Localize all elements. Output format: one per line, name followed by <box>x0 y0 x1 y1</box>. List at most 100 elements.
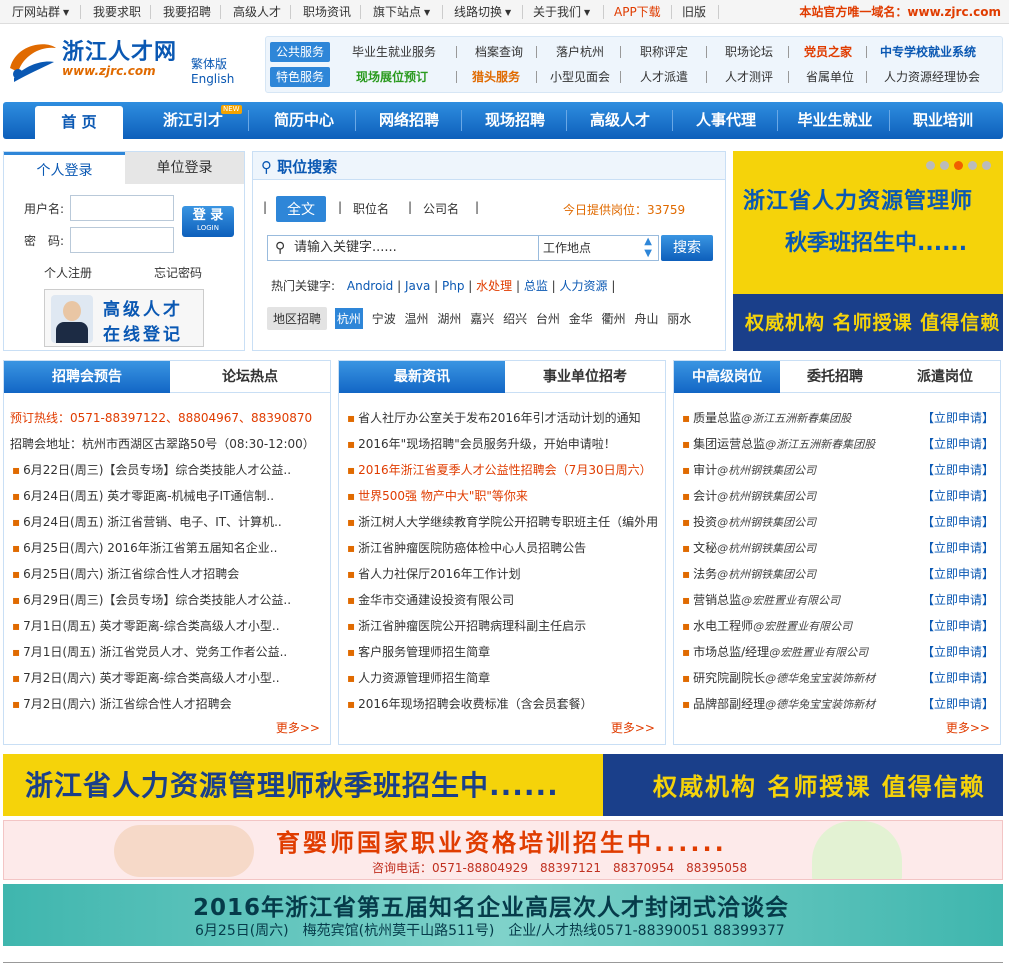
topbar-sub-sites[interactable]: 旗下站点 ▼ <box>373 0 430 24</box>
service-link[interactable]: 职场论坛 <box>725 41 773 63</box>
carousel-dot[interactable] <box>954 161 963 170</box>
service-link[interactable]: 落户杭州 <box>556 41 604 63</box>
job-item[interactable]: ▪ 集团运营总监@浙江五洲新春集团股 【立即申请】 <box>674 431 1000 457</box>
apply-button[interactable]: 【立即申请】 <box>922 665 994 691</box>
nav-senior-talent[interactable]: 高级人才 <box>574 102 666 139</box>
carousel-dot[interactable] <box>926 161 935 170</box>
service-link[interactable]: 人力资源经理协会 <box>884 66 980 88</box>
register-link[interactable]: 个人注册 <box>44 264 92 281</box>
news-item[interactable]: ▪ 人力资源管理师招生简章 <box>339 665 665 691</box>
tab-personal-login[interactable]: 个人登录 <box>4 152 125 184</box>
hot-keyword[interactable]: Php <box>442 279 464 293</box>
nav-home[interactable]: 首 页 <box>35 106 123 141</box>
service-link[interactable]: 党员之家 <box>804 41 852 63</box>
nav-resume-center[interactable]: 简历中心 <box>258 102 350 139</box>
service-link[interactable]: 人才测评 <box>725 66 773 88</box>
job-item[interactable]: ▪ 营销总监@宏胜置业有限公司 【立即申请】 <box>674 587 1000 613</box>
nav-graduate-employment[interactable]: 毕业生就业 <box>785 102 885 139</box>
city-link[interactable]: 杭州 <box>334 308 363 329</box>
city-link[interactable]: 衢州 <box>602 310 626 327</box>
more-link[interactable]: 更多>> <box>611 719 655 736</box>
list-item[interactable]: ▪ 6月24日(周五) 浙江省营销、电子、IT、计算机.. <box>4 509 330 535</box>
job-item[interactable]: ▪ 文秘@杭州钢铁集团公司 【立即申请】 <box>674 535 1000 561</box>
nav-vocational-training[interactable]: 职业培训 <box>897 102 989 139</box>
news-item[interactable]: ▪ 浙江省肿瘤医院公开招聘病理科副主任启示 <box>339 613 665 639</box>
job-item[interactable]: ▪ 投资@杭州钢铁集团公司 【立即申请】 <box>674 509 1000 535</box>
tab-company-login[interactable]: 单位登录 <box>125 152 244 184</box>
search-option-company-name[interactable]: 公司名 <box>423 200 459 217</box>
apply-button[interactable]: 【立即申请】 <box>922 587 994 613</box>
city-link[interactable]: 嘉兴 <box>470 310 494 327</box>
carousel-dot[interactable] <box>940 161 949 170</box>
apply-button[interactable]: 【立即申请】 <box>922 483 994 509</box>
hr-manager-wide-banner[interactable]: 浙江省人力资源管理师秋季班招生中...... 权威机构 名师授课 值得信赖 <box>3 754 1003 816</box>
hot-keyword[interactable]: 总监 <box>524 279 548 293</box>
job-item[interactable]: ▪ 会计@杭州钢铁集团公司 【立即申请】 <box>674 483 1000 509</box>
news-item[interactable]: ▪ 2016年现场招聘会收费标准（含会员套餐） <box>339 691 665 717</box>
more-link[interactable]: 更多>> <box>946 719 990 736</box>
news-item[interactable]: ▪ 省人力社保厅2016年工作计划 <box>339 561 665 587</box>
city-link[interactable]: 台州 <box>536 310 560 327</box>
nav-personnel-agency[interactable]: 人事代理 <box>680 102 772 139</box>
news-item[interactable]: ▪ 2016年"现场招聘"会员服务升级，开始申请啦！ <box>339 431 665 457</box>
apply-button[interactable]: 【立即申请】 <box>922 457 994 483</box>
username-input[interactable] <box>70 195 174 221</box>
news-item[interactable]: ▪ 省人社厅办公室关于发布2016年引才活动计划的通知 <box>339 405 665 431</box>
service-link[interactable]: 中专学校就业系统 <box>880 41 976 63</box>
job-item[interactable]: ▪ 质量总监@浙江五洲新春集团股 【立即申请】 <box>674 405 1000 431</box>
service-link[interactable]: 现场展位预订 <box>356 66 428 88</box>
list-item[interactable]: ▪ 6月24日(周五) 英才零距离-机械电子IT通信制.. <box>4 483 330 509</box>
carousel-dot[interactable] <box>982 161 991 170</box>
tab-dispatch-jobs[interactable]: 派遣岗位 <box>890 361 1000 393</box>
news-item[interactable]: ▪ 金华市交通建设投资有限公司 <box>339 587 665 613</box>
news-item[interactable]: ▪ 2016年浙江省夏季人才公益性招聘会（7月30日周六） <box>339 457 665 483</box>
tab-forum-hot[interactable]: 论坛热点 <box>170 361 330 393</box>
apply-button[interactable]: 【立即申请】 <box>922 691 994 717</box>
nanny-training-banner[interactable]: 育婴师国家职业资格培训招生中...... 咨询电话：0571-88804929 … <box>3 820 1003 880</box>
list-item[interactable]: ▪ 7月2日(周六) 英才零距离-综合类高级人才小型.. <box>4 665 330 691</box>
topbar-about-us[interactable]: 关于我们 ▼ <box>533 0 590 24</box>
job-item[interactable]: ▪ 市场总监/经理@宏胜置业有限公司 【立即申请】 <box>674 639 1000 665</box>
search-option-fulltext[interactable]: 全文 <box>276 196 326 222</box>
senior-talent-register-banner[interactable]: 高级人才 在线登记 <box>44 289 204 347</box>
topbar-line-switch[interactable]: 线路切换 ▼ <box>454 0 511 24</box>
city-link[interactable]: 宁波 <box>372 310 396 327</box>
city-link[interactable]: 金华 <box>569 310 593 327</box>
topbar-recruit[interactable]: 我要招聘 <box>163 0 211 24</box>
hr-manager-ad-banner[interactable]: 浙江省人力资源管理师 秋季班招生中...... 权威机构 名师授课 值得信赖 <box>733 151 1003 351</box>
hot-keyword[interactable]: 水处理 <box>476 279 512 293</box>
talent-meeting-banner[interactable]: 2016年浙江省第五届知名企业高层次人才封闭式洽谈会 6月25日(周六) 梅苑宾… <box>3 884 1003 946</box>
job-item[interactable]: ▪ 法务@杭州钢铁集团公司 【立即申请】 <box>674 561 1000 587</box>
english-link[interactable]: English <box>191 72 234 87</box>
tab-entrusted-recruit[interactable]: 委托招聘 <box>780 361 890 393</box>
job-item[interactable]: ▪ 研究院副院长@德华兔宝宝装饰新材 【立即申请】 <box>674 665 1000 691</box>
topbar-career-news[interactable]: 职场资讯 <box>303 0 351 24</box>
list-item[interactable]: ▪ 6月22日(周三)【会员专场】综合类技能人才公益.. <box>4 457 330 483</box>
job-item[interactable]: ▪ 审计@杭州钢铁集团公司 【立即申请】 <box>674 457 1000 483</box>
service-link[interactable]: 小型见面会 <box>550 66 610 88</box>
news-item[interactable]: ▪ 浙江树人大学继续教育学院公开招聘专职班主任（编外用 <box>339 509 665 535</box>
search-option-job-name[interactable]: 职位名 <box>353 200 389 217</box>
hot-keyword[interactable]: 人力资源 <box>560 279 608 293</box>
topbar-old-version[interactable]: 旧版 <box>682 0 706 24</box>
job-item[interactable]: ▪ 水电工程师@宏胜置业有限公司 【立即申请】 <box>674 613 1000 639</box>
tab-latest-news[interactable]: 最新资讯 <box>339 361 505 393</box>
city-link[interactable]: 湖州 <box>437 310 461 327</box>
site-logo[interactable]: 浙江人才网 www.zjrc.com <box>6 34 186 90</box>
carousel-dot[interactable] <box>968 161 977 170</box>
location-select[interactable]: 工作地点 ▲ ▼ <box>539 235 659 261</box>
news-item[interactable]: ▪ 世界500强 物产中大"职"等你来 <box>339 483 665 509</box>
service-link[interactable]: 猎头服务 <box>472 66 520 88</box>
city-link[interactable]: 舟山 <box>634 310 658 327</box>
city-link[interactable]: 丽水 <box>667 310 691 327</box>
service-link[interactable]: 人才派遣 <box>640 66 688 88</box>
service-link[interactable]: 毕业生就业服务 <box>352 41 436 63</box>
list-item[interactable]: ▪ 6月25日(周六) 2016年浙江省第五届知名企业.. <box>4 535 330 561</box>
apply-button[interactable]: 【立即申请】 <box>922 509 994 535</box>
apply-button[interactable]: 【立即申请】 <box>922 613 994 639</box>
nav-onsite-recruit[interactable]: 现场招聘 <box>469 102 561 139</box>
news-item[interactable]: ▪ 客户服务管理师招生简章 <box>339 639 665 665</box>
more-link[interactable]: 更多>> <box>276 719 320 736</box>
traditional-chinese-link[interactable]: 繁体版 <box>191 57 234 72</box>
list-item[interactable]: ▪ 7月1日(周五) 英才零距离-综合类高级人才小型.. <box>4 613 330 639</box>
